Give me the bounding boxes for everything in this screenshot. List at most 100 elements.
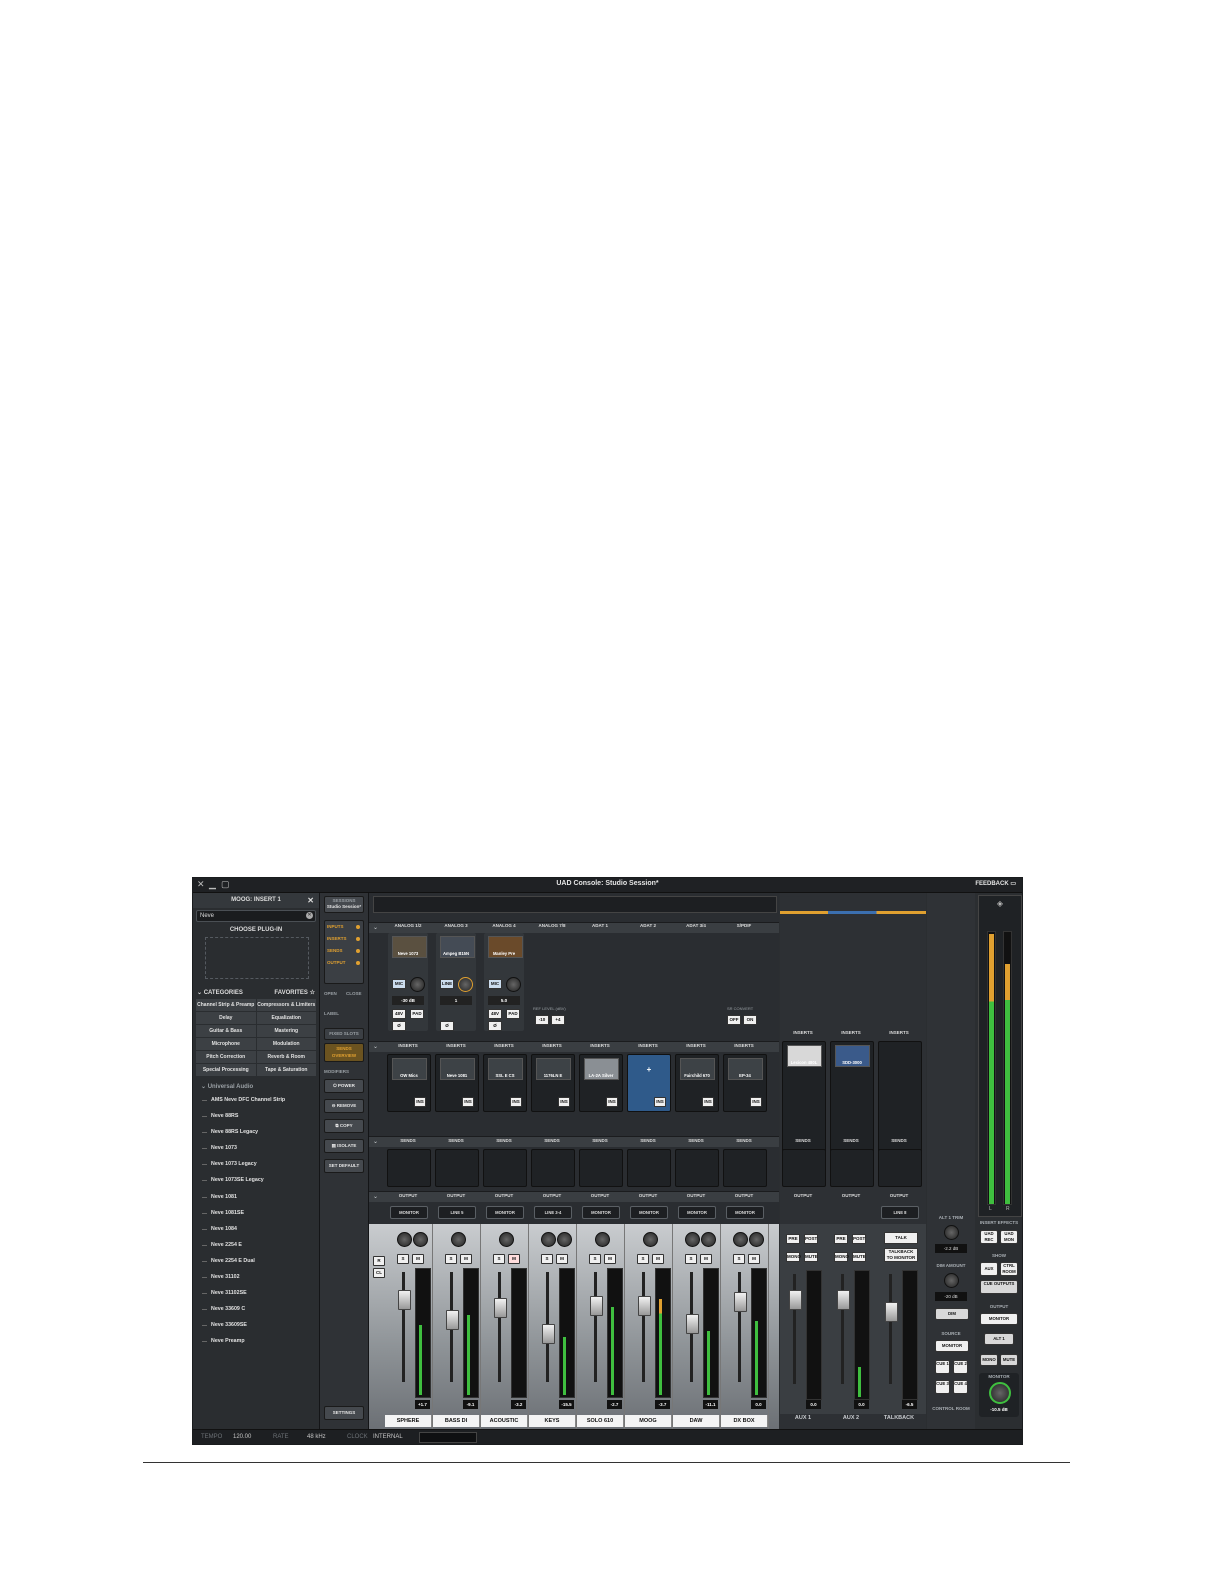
- mute-button[interactable]: M: [508, 1254, 520, 1264]
- clear-search-icon[interactable]: ✕: [306, 912, 313, 919]
- sr-convert-off-button[interactable]: OFF: [727, 1015, 741, 1025]
- ins-button[interactable]: INS: [750, 1097, 762, 1107]
- category-button[interactable]: Guitar & Bass: [196, 1025, 256, 1037]
- channel-name[interactable]: BASS DI: [433, 1415, 480, 1427]
- output-destination[interactable]: LINE 8: [881, 1206, 919, 1219]
- ref-plus4-button[interactable]: +4: [551, 1015, 565, 1025]
- input-name[interactable]: ANALOG 1/2: [385, 923, 431, 928]
- channel-fader[interactable]: [686, 1314, 699, 1334]
- inserts-label[interactable]: INSERTS: [876, 1030, 922, 1035]
- chevron-down-icon[interactable]: ⌄: [373, 1193, 378, 1200]
- sends-overview[interactable]: [830, 1149, 874, 1187]
- cue-3-button[interactable]: CUE 3: [935, 1380, 950, 1394]
- tempo-value[interactable]: 120.00: [233, 1434, 251, 1440]
- inserts-label[interactable]: INSERTS: [828, 1030, 874, 1035]
- input-name[interactable]: ADAT 3/4: [673, 923, 719, 928]
- aux-fader[interactable]: [789, 1290, 802, 1310]
- settings-button[interactable]: SETTINGS: [324, 1406, 364, 1420]
- inserts-label[interactable]: INSERTS: [529, 1043, 575, 1048]
- view-output-toggle[interactable]: OUTPUT: [325, 957, 363, 969]
- copy-button[interactable]: ⧉ COPY: [324, 1119, 364, 1133]
- mono-button[interactable]: MONO: [980, 1354, 998, 1366]
- plugin-list-item[interactable]: Neve 1073: [193, 1140, 319, 1156]
- pan-knob[interactable]: [595, 1232, 610, 1247]
- aux-insert-slots[interactable]: Lexicon 480L: [782, 1041, 826, 1153]
- preamp-unit[interactable]: Ampeg B15N LINE 1 Ø: [436, 933, 476, 1031]
- post-button[interactable]: POST: [804, 1234, 818, 1244]
- pan-knob[interactable]: [749, 1232, 764, 1247]
- pre-button[interactable]: PRE: [786, 1234, 800, 1244]
- output-destination[interactable]: MONITOR: [678, 1206, 716, 1219]
- mute-button[interactable]: MUTE: [804, 1252, 818, 1262]
- ref-minus10-button[interactable]: -10: [535, 1015, 549, 1025]
- pre-button[interactable]: PRE: [834, 1234, 848, 1244]
- insert-slot[interactable]: OW Mics INS: [387, 1054, 431, 1112]
- insert-slot[interactable]: SSL E CS INS: [483, 1054, 527, 1112]
- dim-button[interactable]: DIM: [935, 1308, 969, 1320]
- output-destination[interactable]: MONITOR: [390, 1206, 428, 1219]
- gain-knob[interactable]: [410, 977, 425, 992]
- category-button[interactable]: Mastering: [256, 1025, 316, 1037]
- view-sends-toggle[interactable]: SENDS: [325, 945, 363, 957]
- sr-convert-on-button[interactable]: ON: [743, 1015, 757, 1025]
- ins-button[interactable]: INS: [606, 1097, 618, 1107]
- chevron-down-icon[interactable]: ⌄: [373, 1138, 378, 1145]
- plugin-list-item[interactable]: Neve 31102SE: [193, 1285, 319, 1301]
- output-destination[interactable]: MONITOR: [486, 1206, 524, 1219]
- channel-name[interactable]: KEYS: [529, 1415, 576, 1427]
- pan-knob[interactable]: [733, 1232, 748, 1247]
- uad-mon-button[interactable]: UAD MON: [1000, 1230, 1018, 1244]
- channel-fader[interactable]: [446, 1310, 459, 1330]
- plugin-list-item[interactable]: Neve 2254 E Dual: [193, 1253, 319, 1269]
- input-name[interactable]: ANALOG 4: [481, 923, 527, 928]
- output-destination[interactable]: LINE 3-4: [534, 1206, 572, 1219]
- plugin-drop-zone[interactable]: [205, 937, 309, 979]
- solo-button[interactable]: S: [445, 1254, 457, 1264]
- aux-name[interactable]: AUX 2: [828, 1415, 874, 1421]
- plugin-list-item[interactable]: Neve 1073SE Legacy: [193, 1172, 319, 1188]
- sends-label[interactable]: SENDS: [385, 1138, 431, 1143]
- inserts-label[interactable]: INSERTS: [481, 1043, 527, 1048]
- category-button[interactable]: Reverb & Room: [256, 1051, 316, 1063]
- input-name[interactable]: ADAT 2: [625, 923, 671, 928]
- pan-knob[interactable]: [499, 1232, 514, 1247]
- uad-rec-button[interactable]: UAD REC: [980, 1230, 998, 1244]
- remove-button[interactable]: ⊖ REMOVE: [324, 1099, 364, 1113]
- category-button[interactable]: Special Processing: [196, 1064, 256, 1076]
- inserts-label[interactable]: INSERTS: [625, 1043, 671, 1048]
- channel-fader[interactable]: [638, 1296, 651, 1316]
- talkback-fader[interactable]: [885, 1302, 898, 1322]
- category-button[interactable]: Microphone: [196, 1038, 256, 1050]
- channel-fader[interactable]: [542, 1324, 555, 1344]
- channel-name[interactable]: DAW: [673, 1415, 720, 1427]
- channel-name[interactable]: SPHERE: [385, 1415, 432, 1427]
- sends-label[interactable]: SENDS: [481, 1138, 527, 1143]
- chevron-down-icon[interactable]: ⌄: [373, 924, 378, 931]
- mic-line-toggle[interactable]: MIC: [488, 979, 502, 989]
- mute-button[interactable]: M: [604, 1254, 616, 1264]
- talk-button[interactable]: TALK: [884, 1232, 918, 1244]
- plugin-list-item[interactable]: Neve 1081SE: [193, 1205, 319, 1221]
- vendor-group[interactable]: ⌄ Universal Audio: [201, 1083, 319, 1090]
- plugin-list-item[interactable]: Neve Preamp: [193, 1333, 319, 1349]
- pan-knob[interactable]: [413, 1232, 428, 1247]
- session-button[interactable]: SESSIONS Studio Session*: [324, 896, 364, 913]
- solo-button[interactable]: S: [637, 1254, 649, 1264]
- phase-button[interactable]: Ø: [440, 1021, 454, 1031]
- sends-overview[interactable]: [579, 1149, 623, 1187]
- sends-overview-button[interactable]: SENDS OVERVIEW: [324, 1043, 364, 1062]
- channel-name[interactable]: DX BOX: [721, 1415, 768, 1427]
- solo-button[interactable]: S: [733, 1254, 745, 1264]
- rate-value[interactable]: 48 kHz: [307, 1434, 326, 1440]
- alt-trim-knob[interactable]: [944, 1225, 959, 1240]
- mic-line-toggle[interactable]: LINE: [440, 979, 454, 989]
- solo-button[interactable]: S: [397, 1254, 409, 1264]
- category-button[interactable]: Modulation: [256, 1038, 316, 1050]
- view-inputs-toggle[interactable]: INPUTS: [325, 921, 363, 933]
- input-name[interactable]: ANALOG 3: [433, 923, 479, 928]
- plugin-list-item[interactable]: Neve 88RS Legacy: [193, 1124, 319, 1140]
- aux-insert-slots[interactable]: SDD-3000: [830, 1041, 874, 1153]
- mute-button[interactable]: M: [700, 1254, 712, 1264]
- insert-slot[interactable]: LA-2A Silver INS: [579, 1054, 623, 1112]
- fixed-slots-button[interactable]: FIXED SLOTS: [324, 1028, 364, 1040]
